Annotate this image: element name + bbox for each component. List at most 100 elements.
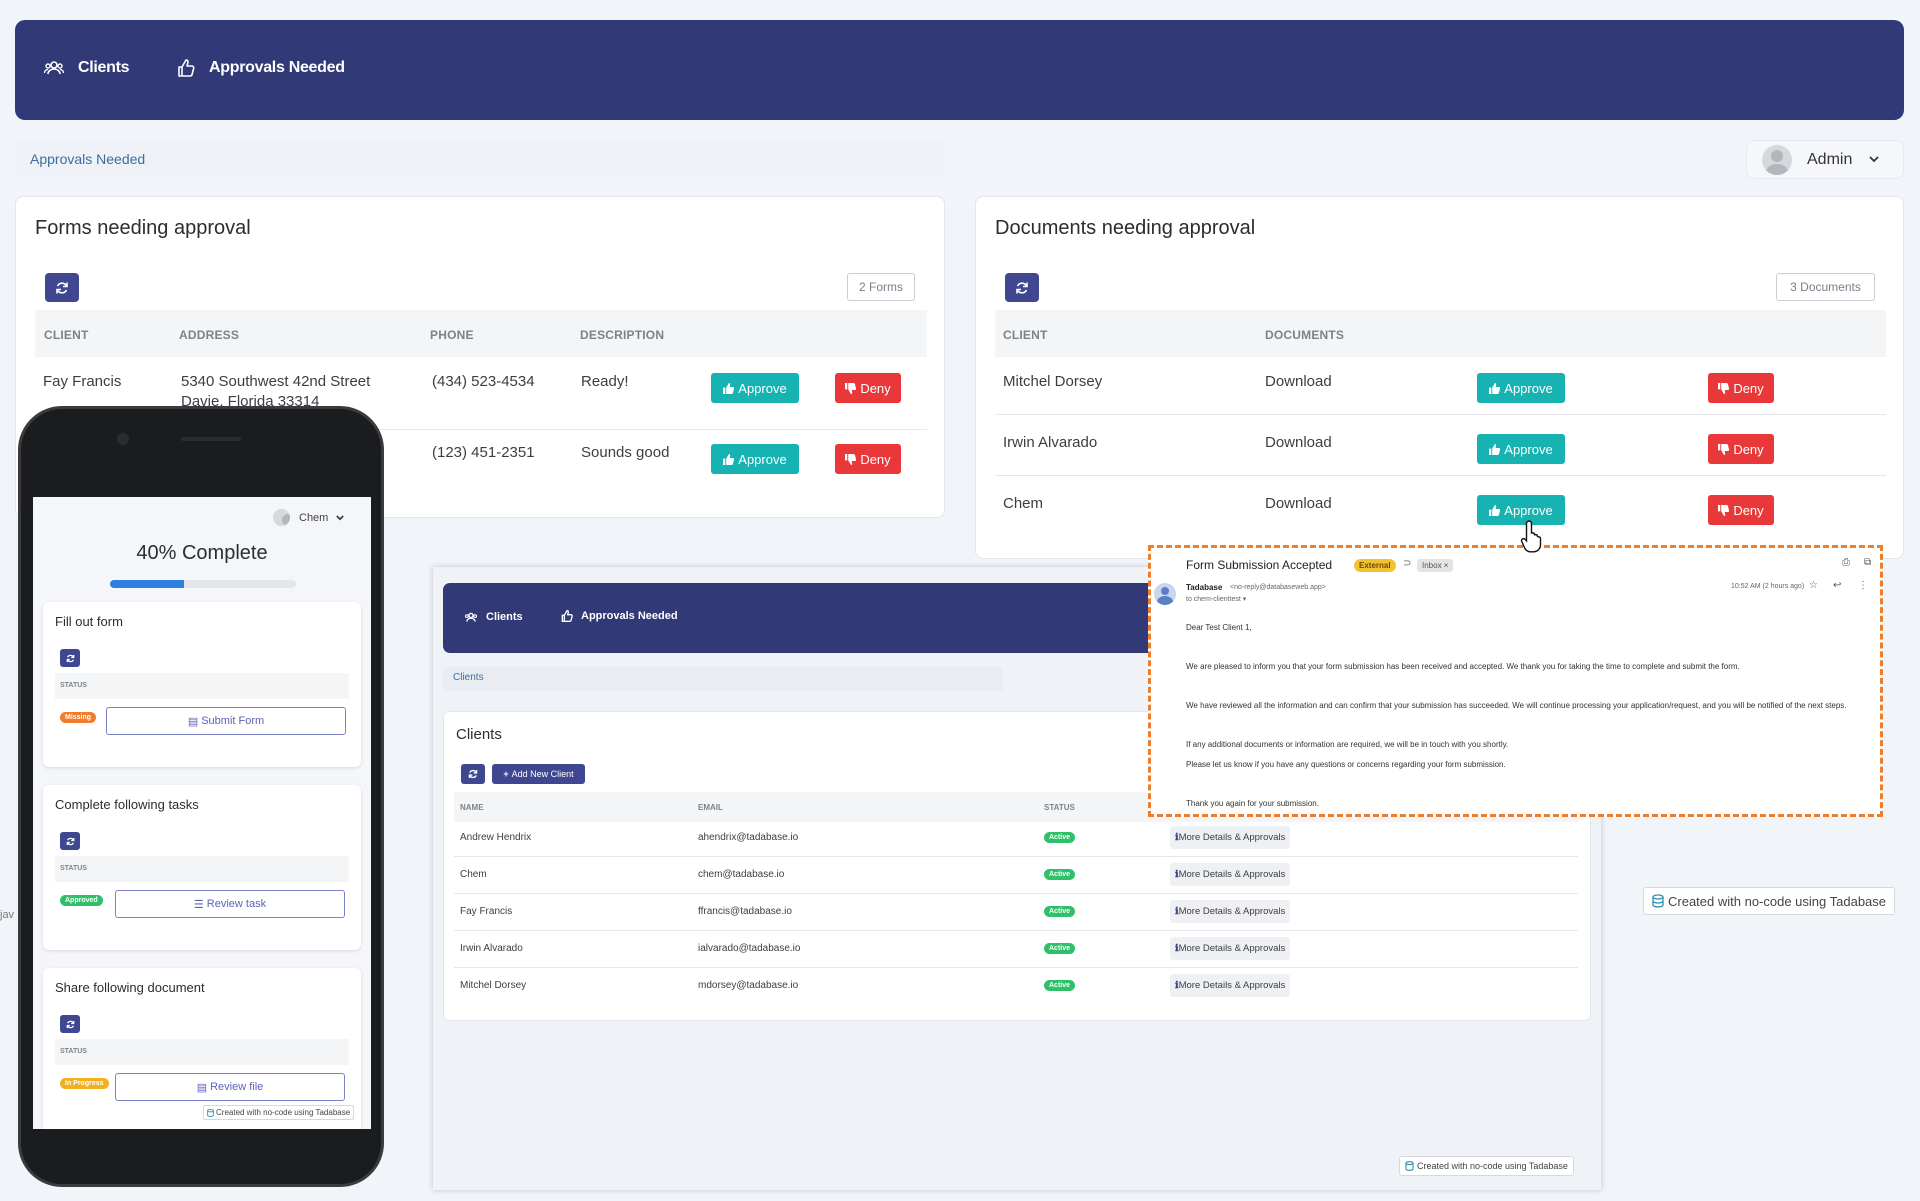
- more-icon[interactable]: ⋮: [1858, 580, 1868, 591]
- task-card: Fill out form STATUS Missing ▤ Submit For…: [43, 602, 361, 767]
- client-email: ialvarado@tadabase.io: [698, 943, 801, 954]
- deny-label: Deny: [1733, 380, 1764, 396]
- download-link[interactable]: Download: [1265, 494, 1332, 514]
- refresh-button[interactable]: [60, 649, 80, 667]
- col-client: CLIENT: [1003, 328, 1048, 342]
- email-line: Please let us know if you have any quest…: [1186, 760, 1506, 769]
- add-new-client-label: Add New Client: [511, 769, 574, 779]
- client-name: Irwin Alvarado: [1003, 434, 1098, 451]
- documents-table-header: CLIENT DOCUMENTS: [995, 310, 1886, 357]
- star-icon[interactable]: ☆: [1809, 580, 1818, 591]
- thumbs-down-icon: [1718, 504, 1730, 516]
- avatar: [273, 509, 290, 526]
- reply-icon[interactable]: ↩: [1833, 580, 1841, 591]
- inner-breadcrumb[interactable]: Clients: [443, 667, 1003, 691]
- task-card: Complete following tasks STATUS Approved…: [43, 785, 361, 950]
- thumbs-up-icon: [1489, 504, 1501, 516]
- camera-icon: [117, 433, 129, 445]
- description: Ready!: [581, 373, 629, 390]
- approve-button[interactable]: Approve: [1477, 434, 1565, 464]
- nav-clients[interactable]: Clients: [44, 59, 130, 77]
- forms-count: 2 Forms: [847, 273, 915, 301]
- side-text: jav: [0, 909, 15, 921]
- approve-button[interactable]: Approve: [711, 373, 799, 403]
- client-name: Chem: [460, 869, 487, 880]
- more-details-button[interactable]: ℹMore Details & Approvals: [1170, 900, 1291, 923]
- refresh-button[interactable]: [60, 832, 80, 850]
- client-name: Chem: [1003, 495, 1044, 512]
- thumbs-down-icon: [1718, 382, 1730, 394]
- col-client: CLIENT: [44, 328, 89, 342]
- deny-button[interactable]: Deny: [835, 373, 901, 403]
- phone-user-menu[interactable]: Chem: [273, 509, 345, 526]
- deny-button[interactable]: Deny: [1708, 434, 1774, 464]
- description: Sounds good: [581, 444, 670, 461]
- task-action-label: Review task: [206, 898, 267, 910]
- row-divider: [995, 475, 1886, 476]
- thumbs-down-icon: [845, 453, 857, 465]
- file-icon: ▤: [196, 1081, 208, 1094]
- tadabase-badge[interactable]: Created with no-code using Tadabase: [1399, 1156, 1574, 1176]
- refresh-icon: [66, 1020, 74, 1028]
- refresh-button[interactable]: [60, 1015, 80, 1033]
- documents-count: 3 Documents: [1776, 273, 1875, 301]
- recipient[interactable]: to chem-clienttest ▾: [1186, 595, 1246, 603]
- open-in-new-icon[interactable]: ⧉: [1864, 557, 1871, 568]
- more-details-label: More Details & Approvals: [1178, 980, 1286, 991]
- task-action-label: Review file: [210, 1081, 264, 1093]
- download-link[interactable]: Download: [1265, 433, 1332, 453]
- inner-nav-approvals-label: Approvals Needed: [581, 610, 678, 622]
- more-details-button[interactable]: ℹMore Details & Approvals: [1170, 863, 1291, 886]
- refresh-icon: [66, 654, 74, 662]
- task-action-button[interactable]: ▤ Submit Form: [106, 707, 346, 735]
- client-name: Fay Francis: [43, 373, 122, 390]
- more-details-button[interactable]: ℹMore Details & Approvals: [1170, 937, 1291, 960]
- more-details-button[interactable]: ℹMore Details & Approvals: [1170, 974, 1291, 997]
- client-name: Andrew Hendrix: [460, 832, 532, 843]
- more-details-label: More Details & Approvals: [1178, 869, 1286, 880]
- inner-nav-clients-label: Clients: [486, 611, 523, 623]
- deny-button[interactable]: Deny: [1708, 373, 1774, 403]
- download-link[interactable]: Download: [1265, 372, 1332, 392]
- status-label: STATUS: [60, 865, 87, 872]
- task-action-button[interactable]: ☰ Review task: [115, 890, 345, 918]
- approve-label: Approve: [738, 380, 787, 396]
- refresh-button[interactable]: [461, 764, 485, 784]
- refresh-button[interactable]: [1005, 273, 1039, 302]
- nav-clients-label: Clients: [78, 59, 130, 76]
- tadabase-badge[interactable]: Created with no-code using Tadabase: [1643, 887, 1896, 915]
- sender-avatar: [1154, 583, 1176, 605]
- inner-nav-clients[interactable]: Clients: [464, 611, 523, 623]
- refresh-icon: [468, 769, 478, 779]
- col-description: DESCRIPTION: [580, 328, 665, 342]
- task-action-button[interactable]: ▤ Review file: [115, 1073, 345, 1101]
- thumbs-down-icon: [845, 382, 857, 394]
- nav-approvals[interactable]: Approvals Needed: [177, 59, 345, 77]
- approve-button[interactable]: Approve: [1477, 373, 1565, 403]
- col-status: STATUS: [1044, 803, 1075, 812]
- deny-label: Deny: [860, 451, 891, 467]
- breadcrumb[interactable]: Approvals Needed: [15, 140, 945, 177]
- more-details-button[interactable]: ℹMore Details & Approvals: [1170, 826, 1291, 849]
- client-email: chem@tadabase.io: [698, 869, 785, 880]
- deny-button[interactable]: Deny: [835, 444, 901, 474]
- status-badge: Active: [1044, 832, 1076, 843]
- tadabase-badge[interactable]: Created with no-code using Tadabase: [203, 1105, 355, 1120]
- print-icon[interactable]: ⎙: [1842, 557, 1850, 568]
- add-new-client-button[interactable]: + Add New Client: [492, 764, 585, 784]
- thumbs-up-icon: [723, 382, 735, 394]
- list-icon: ☰: [193, 898, 204, 911]
- status-badge: Missing: [60, 712, 97, 723]
- user-menu[interactable]: Admin: [1746, 140, 1904, 179]
- inner-nav-approvals[interactable]: Approvals Needed: [561, 610, 678, 622]
- client-email: ahendrix@tadabase.io: [698, 832, 799, 843]
- deny-button[interactable]: Deny: [1708, 495, 1774, 525]
- approve-button[interactable]: Approve: [711, 444, 799, 474]
- col-address: ADDRESS: [179, 328, 240, 342]
- inbox-badge[interactable]: Inbox ×: [1417, 559, 1454, 572]
- thumbs-up-icon: [561, 610, 573, 622]
- database-icon: [207, 1108, 214, 1117]
- forms-title: Forms needing approval: [35, 217, 251, 239]
- refresh-button[interactable]: [45, 273, 79, 302]
- phone: (434) 523-4534: [432, 373, 535, 390]
